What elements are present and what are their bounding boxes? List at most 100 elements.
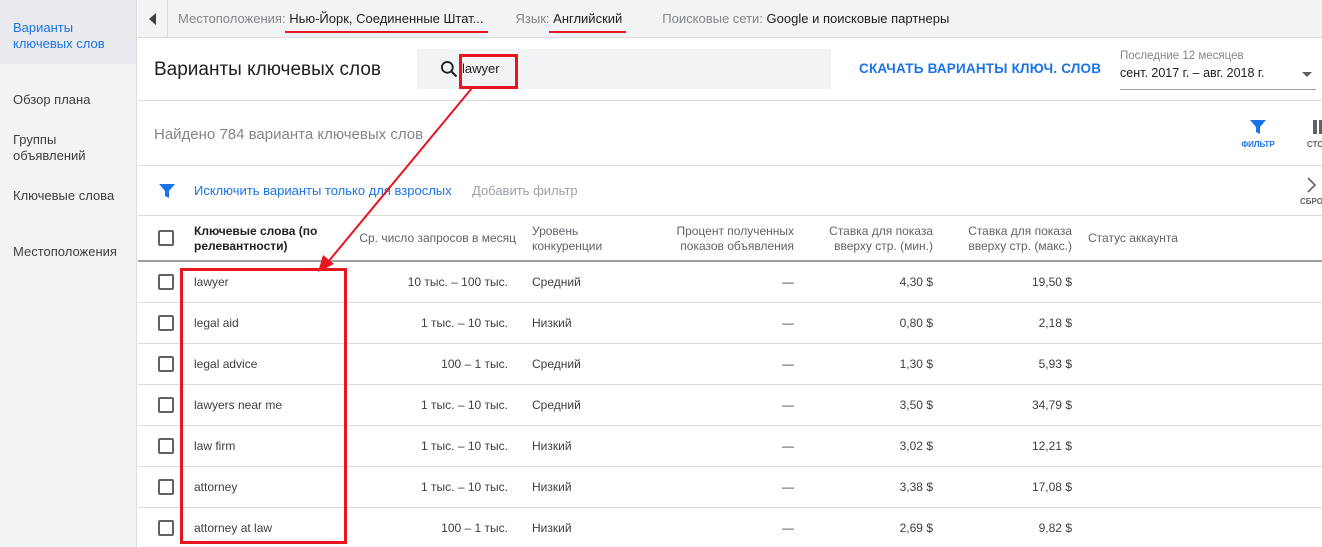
- table-row[interactable]: attorney 1 тыс. – 10 тыс. Низкий — 3,38 $ 17,…: [138, 467, 1322, 508]
- row-checkbox[interactable]: [158, 274, 174, 290]
- sidebar-item-ad-groups[interactable]: Группы объявлений: [0, 132, 136, 164]
- keyword-cell: lawyer: [194, 275, 229, 289]
- competition-cell: Средний: [532, 398, 581, 412]
- chevron-left-icon: [148, 12, 156, 25]
- filter-button[interactable]: ФИЛЬТР: [1240, 118, 1276, 149]
- sidebar-item-plan-overview[interactable]: Обзор плана: [0, 92, 103, 108]
- impression-share-cell: —: [782, 316, 794, 330]
- bid-high-cell: 19,50 $: [1031, 275, 1072, 289]
- add-filter-link[interactable]: Добавить фильтр: [472, 183, 578, 198]
- search-icon: [441, 60, 458, 78]
- table-header: Ключевые слова (по релевантности) Ср. чи…: [138, 216, 1322, 262]
- avg-searches-cell: 1 тыс. – 10 тыс.: [421, 439, 508, 453]
- networks-value: Google и поисковые партнеры: [766, 11, 950, 26]
- avg-searches-cell: 100 – 1 тыс.: [441, 521, 508, 535]
- exclude-adult-ideas-link[interactable]: Исключить варианты только для взрослых: [194, 183, 452, 198]
- date-range-label: Последние 12 месяцев: [1120, 50, 1244, 62]
- bid-low-cell: 4,30 $: [899, 275, 933, 289]
- sidebar: Варианты ключевых слов Обзор плана Групп…: [0, 0, 137, 547]
- bid-high-cell: 9,82 $: [1038, 521, 1072, 535]
- bid-low-cell: 3,50 $: [899, 398, 933, 412]
- location-label: Местоположения:: [178, 11, 286, 26]
- bid-low-cell: 3,02 $: [899, 439, 933, 453]
- avg-searches-cell: 1 тыс. – 10 тыс.: [421, 316, 508, 330]
- avg-searches-cell: 1 тыс. – 10 тыс.: [421, 480, 508, 494]
- filter-icon: [1250, 120, 1266, 134]
- column-header-competition[interactable]: Уровень конкуренции: [532, 224, 632, 254]
- row-checkbox[interactable]: [158, 356, 174, 372]
- column-header-account-status[interactable]: Статус аккаунта: [1088, 231, 1178, 246]
- search-value: lawyer: [462, 61, 500, 76]
- table-row[interactable]: legal aid 1 тыс. – 10 тыс. Низкий — 0,80 $ 2,…: [138, 303, 1322, 344]
- table-row[interactable]: lawyers near me 1 тыс. – 10 тыс. Средний — 3…: [138, 385, 1322, 426]
- language-value: Английский: [549, 11, 627, 33]
- sidebar-item-locations[interactable]: Местоположения: [0, 244, 130, 260]
- row-checkbox[interactable]: [158, 438, 174, 454]
- networks-selector[interactable]: Поисковые сети: Google и поисковые партн…: [632, 11, 959, 26]
- bid-high-cell: 17,08 $: [1031, 480, 1072, 494]
- targeting-bar: Местоположения: Нью-Йорк, Соединенные Шт…: [138, 0, 1322, 38]
- keyword-cell: law firm: [194, 439, 236, 453]
- table-row[interactable]: attorney at law 100 – 1 тыс. Низкий — 2,69 $…: [138, 508, 1322, 547]
- columns-button[interactable]: СТОЛ: [1298, 118, 1322, 149]
- reset-button[interactable]: СБРО: [1300, 176, 1322, 206]
- column-header-bid-low[interactable]: Ставка для показа вверху стр. (мин.): [808, 224, 933, 254]
- competition-cell: Средний: [532, 275, 581, 289]
- competition-cell: Низкий: [532, 439, 572, 453]
- competition-cell: Низкий: [532, 521, 572, 535]
- bid-high-cell: 12,21 $: [1031, 439, 1072, 453]
- impression-share-cell: —: [782, 398, 794, 412]
- page-title: Варианты ключевых слов: [154, 59, 382, 80]
- date-range-selector[interactable]: Последние 12 месяцев сент. 2017 г. – авг…: [1120, 50, 1316, 90]
- funnel-icon: [159, 184, 175, 198]
- row-checkbox[interactable]: [158, 315, 174, 331]
- competition-cell: Низкий: [532, 480, 572, 494]
- impression-share-cell: —: [782, 521, 794, 535]
- competition-cell: Средний: [532, 357, 581, 371]
- keyword-ideas-table: Ключевые слова (по релевантности) Ср. чи…: [138, 216, 1322, 547]
- table-row[interactable]: law firm 1 тыс. – 10 тыс. Низкий — 3,02 $ 12,…: [138, 426, 1322, 467]
- bid-low-cell: 3,38 $: [899, 480, 933, 494]
- avg-searches-cell: 10 тыс. – 100 тыс.: [407, 275, 508, 289]
- sidebar-item-keyword-ideas[interactable]: Варианты ключевых слов: [0, 0, 136, 64]
- language-label: Язык:: [515, 11, 550, 26]
- results-count: Найдено 784 варианта ключевых слов: [154, 126, 424, 143]
- sidebar-item-keywords[interactable]: Ключевые слова: [0, 188, 127, 204]
- bid-low-cell: 0,80 $: [899, 316, 933, 330]
- caret-down-icon: [1302, 72, 1312, 77]
- reset-button-label: СБРО: [1300, 197, 1322, 206]
- table-row[interactable]: lawyer 10 тыс. – 100 тыс. Средний — 4,30 $ 19…: [138, 262, 1322, 303]
- bid-high-cell: 2,18 $: [1038, 316, 1072, 330]
- competition-cell: Низкий: [532, 316, 572, 330]
- impression-share-cell: —: [782, 439, 794, 453]
- keyword-cell: attorney: [194, 480, 238, 494]
- location-value: Нью-Йорк, Соединенные Штат...: [285, 11, 488, 33]
- keyword-cell: legal advice: [194, 357, 258, 371]
- row-checkbox[interactable]: [158, 479, 174, 495]
- column-header-keyword[interactable]: Ключевые слова (по релевантности): [194, 224, 334, 254]
- bid-low-cell: 1,30 $: [899, 357, 933, 371]
- date-range-value: сент. 2017 г. – авг. 2018 г.: [1120, 66, 1265, 80]
- download-keyword-ideas-button[interactable]: СКАЧАТЬ ВАРИАНТЫ КЛЮЧ. СЛОВ: [859, 61, 1101, 76]
- keyword-search-input[interactable]: lawyer: [417, 49, 831, 89]
- filter-button-label: ФИЛЬТР: [1241, 140, 1275, 149]
- select-all-checkbox[interactable]: [158, 230, 174, 246]
- column-header-impression-share[interactable]: Процент полученных показов объявления: [659, 224, 794, 254]
- row-checkbox[interactable]: [158, 520, 174, 536]
- results-summary-row: Найдено 784 варианта ключевых слов ФИЛЬТ…: [138, 102, 1322, 166]
- avg-searches-cell: 1 тыс. – 10 тыс.: [421, 398, 508, 412]
- location-selector[interactable]: Местоположения: Нью-Йорк, Соединенные Шт…: [168, 11, 494, 33]
- keyword-cell: lawyers near me: [194, 398, 283, 412]
- language-selector[interactable]: Язык: Английский: [494, 11, 633, 33]
- bid-high-cell: 5,93 $: [1038, 357, 1072, 371]
- impression-share-cell: —: [782, 480, 794, 494]
- keyword-cell: attorney at law: [194, 521, 273, 535]
- impression-share-cell: —: [782, 357, 794, 371]
- column-header-bid-high[interactable]: Ставка для показа вверху стр. (макс.): [947, 224, 1072, 254]
- row-checkbox[interactable]: [158, 397, 174, 413]
- table-row[interactable]: legal advice 100 – 1 тыс. Средний — 1,30 $ 5,…: [138, 344, 1322, 385]
- keyword-cell: legal aid: [194, 316, 239, 330]
- collapse-button[interactable]: [138, 0, 168, 38]
- networks-label: Поисковые сети:: [662, 11, 763, 26]
- column-header-avg-searches[interactable]: Ср. число запросов в месяц: [359, 231, 516, 246]
